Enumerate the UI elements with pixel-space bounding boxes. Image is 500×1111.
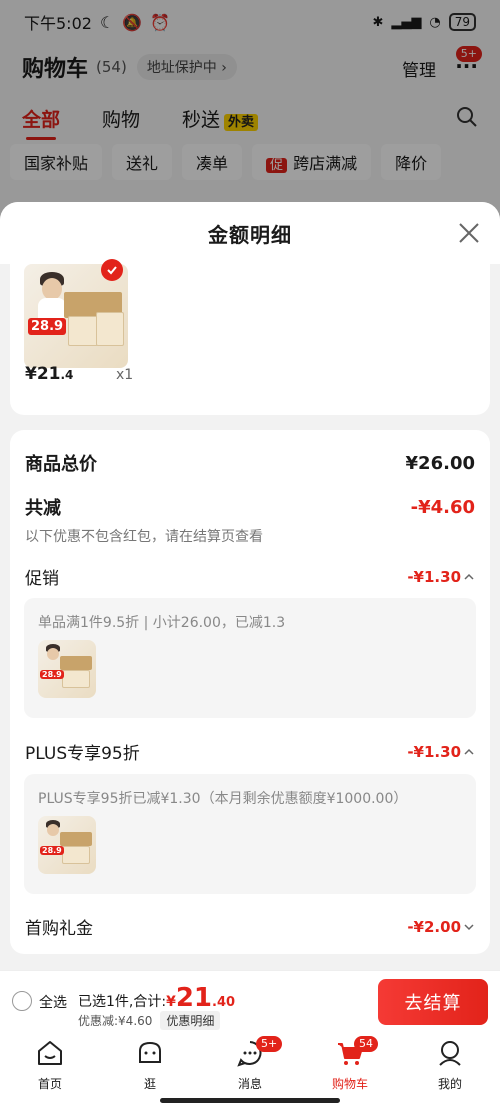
selected-item-card: 28.9 ¥21.4 x1 — [10, 252, 490, 415]
promo-detail-text: 单品满1件9.5折 | 小计26.00，已减1.3 — [38, 615, 286, 631]
product-image-price: 28.9 — [28, 318, 67, 335]
promo-row[interactable]: 促销 -¥1.30 — [25, 564, 475, 589]
sheet-title: 金额明细 — [208, 222, 292, 247]
home-indicator[interactable] — [160, 1098, 340, 1103]
tab-messages-label: 消息 — [237, 1077, 262, 1091]
item-price-int: ¥21 — [25, 364, 61, 384]
plus-row[interactable]: PLUS专享95折 -¥1.30 — [25, 739, 475, 764]
messages-badge: 5+ — [256, 1036, 283, 1052]
first-purchase-label: 首购礼金 — [25, 919, 93, 939]
discount-amount: 优惠减:¥4.60 — [78, 1014, 153, 1028]
item-price: ¥21.4 — [25, 364, 73, 384]
checkout-button[interactable]: 去结算 — [378, 979, 488, 1025]
plus-value: -¥1.30 — [407, 742, 461, 761]
amount-detail-sheet: 金额明细 28.9 ¥21.4 x1 商品总价 ¥26.00 共减 -¥4.60… — [0, 202, 500, 970]
checkout-bar: 全选 已选1件,合计: ¥ 21 .40 优惠减:¥4.60 优惠明细 去结算 — [0, 970, 500, 1032]
total-value: ¥26.00 — [405, 452, 475, 474]
reduce-label: 共减 — [25, 498, 61, 519]
total-currency: ¥ — [166, 994, 176, 1010]
plus-product-thumb: 28.9 — [38, 816, 96, 874]
cart-badge: 54 — [354, 1036, 378, 1052]
promo-value: -¥1.30 — [407, 567, 461, 586]
home-icon — [38, 1041, 62, 1065]
promo-product-thumb: 28.9 — [38, 640, 96, 698]
tab-explore[interactable]: 逛 — [110, 1038, 190, 1092]
tab-home-label: 首页 — [37, 1077, 62, 1091]
select-all-checkbox[interactable] — [12, 991, 32, 1011]
promo-label: 促销 — [25, 569, 59, 589]
selected-prefix: 已选1件,合计: — [78, 994, 167, 1010]
plus-thumb-price: 28.9 — [40, 846, 64, 855]
first-purchase-row[interactable]: 首购礼金 -¥2.00 — [25, 914, 475, 939]
tab-cart[interactable]: 54 购物车 — [310, 1036, 390, 1092]
tab-profile-label: 我的 — [437, 1077, 462, 1091]
chevron-down-icon[interactable] — [463, 921, 475, 933]
plus-detail-text: PLUS专享95折已减¥1.30（本月剩余优惠额度¥1000.00） — [38, 791, 408, 807]
total-int: 21 — [175, 983, 213, 1013]
chevron-up-icon[interactable] — [463, 571, 475, 583]
item-price-dec: .4 — [60, 368, 74, 382]
chevron-up-icon[interactable] — [463, 746, 475, 758]
promo-detail-box: 单品满1件9.5折 | 小计26.00，已减1.3 28.9 — [24, 598, 476, 718]
reduce-row: 共减 -¥4.60 — [25, 494, 475, 520]
profile-icon — [439, 1041, 461, 1066]
first-purchase-value: -¥2.00 — [407, 917, 461, 936]
total-dec: .40 — [212, 995, 236, 1010]
plus-detail-box: PLUS专享95折已减¥1.30（本月剩余优惠额度¥1000.00） 28.9 — [24, 774, 476, 894]
price-detail-card: 商品总价 ¥26.00 共减 -¥4.60 以下优惠不包含红包，请在结算页查看 … — [10, 430, 490, 954]
total-row: 商品总价 ¥26.00 — [25, 450, 475, 476]
item-quantity: x1 — [116, 367, 134, 383]
item-checked-icon[interactable] — [101, 259, 123, 281]
reduce-note: 以下优惠不包含红包，请在结算页查看 — [25, 529, 263, 545]
tab-profile[interactable]: 我的 — [410, 1038, 490, 1092]
discount-line: 优惠减:¥4.60 优惠明细 — [78, 1011, 221, 1030]
promo-thumb-price: 28.9 — [40, 670, 64, 679]
tab-explore-label: 逛 — [143, 1077, 156, 1091]
total-label: 商品总价 — [25, 454, 97, 475]
close-icon[interactable] — [456, 220, 482, 246]
reduce-value: -¥4.60 — [410, 496, 475, 518]
discount-detail-button[interactable]: 优惠明细 — [160, 1011, 221, 1030]
tab-messages[interactable]: 5+ 消息 — [210, 1036, 290, 1092]
explore-icon — [139, 1041, 161, 1063]
selected-summary: 已选1件,合计: ¥ 21 .40 — [78, 983, 236, 1013]
plus-label: PLUS专享95折 — [25, 744, 140, 764]
tab-cart-label: 购物车 — [331, 1077, 368, 1091]
tab-home[interactable]: 首页 — [10, 1038, 90, 1092]
select-all-label[interactable]: 全选 — [39, 992, 67, 1012]
